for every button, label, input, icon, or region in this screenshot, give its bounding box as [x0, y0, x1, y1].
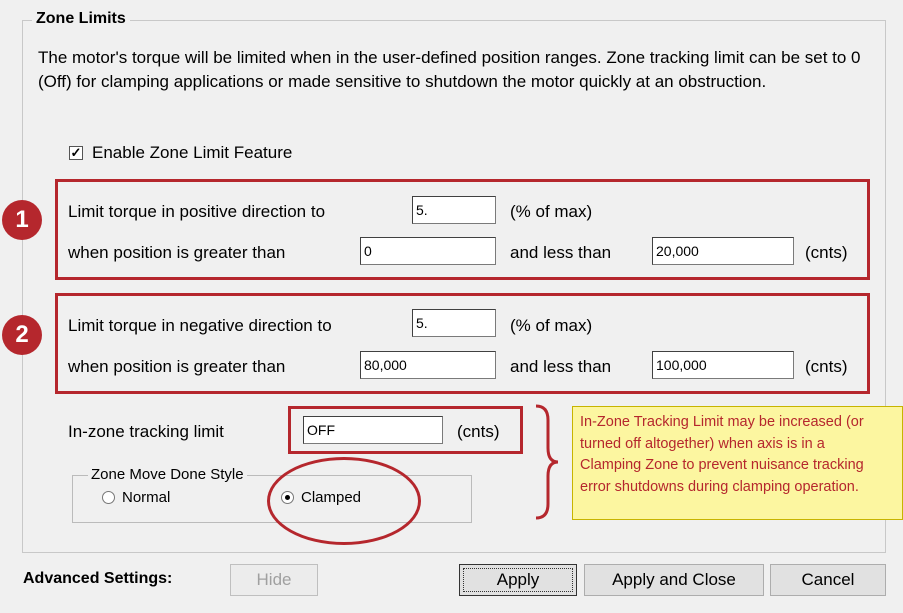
tracking-limit-input[interactable]: OFF: [303, 416, 443, 444]
tracking-limit-label: In-zone tracking limit: [68, 422, 224, 441]
zone1-less-than-label: and less than: [510, 243, 612, 262]
check-mark-icon: ✓: [70, 145, 82, 160]
zone-limits-description: The motor's torque will be limited when …: [38, 48, 861, 91]
zone2-greater-than-input[interactable]: 80,000: [360, 351, 496, 379]
note-line: error shutdowns during clamping operatio…: [580, 478, 859, 495]
zone1-greater-than-input[interactable]: 0: [360, 237, 496, 265]
zone1-torque-unit: (% of max): [510, 202, 593, 221]
zone-limits-title: Zone Limits: [32, 10, 130, 28]
zone1-torque-label: Limit torque in positive direction to: [68, 202, 326, 221]
move-done-style-title: Zone Move Done Style: [88, 466, 247, 483]
zone2-position-label: when position is greater than: [68, 357, 286, 376]
note-line: turned off altogether) when axis is in a: [580, 435, 825, 452]
zone1-torque-input[interactable]: 5.: [412, 196, 496, 224]
apply-button[interactable]: Apply: [459, 564, 577, 596]
zone1-less-than-input[interactable]: 20,000: [652, 237, 794, 265]
advanced-settings-label: Advanced Settings:: [23, 570, 173, 587]
zone1-badge: 1: [2, 200, 42, 240]
zone2-less-than-label: and less than: [510, 357, 612, 376]
apply-and-close-button[interactable]: Apply and Close: [584, 564, 764, 596]
tracking-limit-unit: (cnts): [457, 422, 500, 441]
enable-zone-limit-checkbox[interactable]: ✓: [69, 146, 83, 160]
radio-normal-label: Normal: [122, 489, 171, 506]
clamped-annotation-ellipse: [267, 457, 421, 545]
zone1-position-label: when position is greater than: [68, 243, 286, 262]
cancel-button[interactable]: Cancel: [770, 564, 886, 596]
hide-button[interactable]: Hide: [230, 564, 318, 596]
zone2-badge: 2: [2, 315, 42, 355]
note-line: In-Zone Tracking Limit may be increased …: [580, 414, 864, 430]
zone1-cnts-unit: (cnts): [805, 243, 848, 262]
zone2-torque-input[interactable]: 5.: [412, 309, 496, 337]
zone2-cnts-unit: (cnts): [805, 357, 848, 376]
zone2-less-than-input[interactable]: 100,000: [652, 351, 794, 379]
note-line: Clamping Zone to prevent nuisance tracki…: [580, 457, 864, 473]
brace-icon: [535, 404, 559, 520]
zone2-torque-unit: (% of max): [510, 316, 593, 335]
radio-normal[interactable]: [102, 491, 115, 504]
focus-rect: [463, 568, 573, 592]
zone2-torque-label: Limit torque in negative direction to: [68, 316, 332, 335]
enable-zone-limit-label: Enable Zone Limit Feature: [92, 143, 293, 162]
tracking-note: In-Zone Tracking Limit may be increased …: [572, 406, 903, 520]
